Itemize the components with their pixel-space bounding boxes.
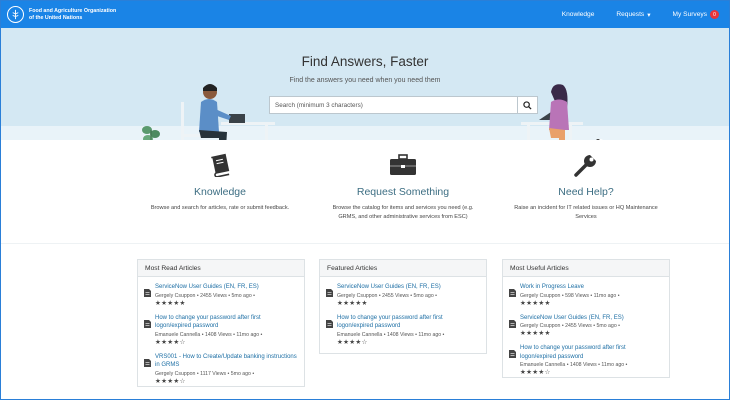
article-title[interactable]: ServiceNow User Guides (EN, FR, ES) (337, 283, 480, 292)
list-item[interactable]: How to change your password after first … (320, 308, 486, 353)
list-item[interactable]: VRS001 - How to Create/Update banking in… (138, 347, 304, 386)
surveys-count-badge: 0 (710, 10, 719, 19)
document-icon (144, 314, 155, 347)
list-item[interactable]: ServiceNow User Guides (EN, FR, ES) Gerg… (138, 277, 304, 308)
service-desc-knowledge: Browse and search for articles, rate or … (150, 205, 290, 211)
caret-down-icon: ▾ (647, 11, 651, 19)
service-desc-request: Browse the catalog for items and service… (332, 205, 474, 220)
panel-most-useful: Most Useful Articles Work in Progress Le… (502, 259, 670, 378)
list-item[interactable]: How to change your password after first … (503, 338, 669, 377)
section-divider (1, 243, 729, 244)
search-button[interactable] (517, 97, 537, 113)
article-title[interactable]: Work in Progress Leave (520, 283, 663, 292)
list-item[interactable]: ServiceNow User Guides (EN, FR, ES) Gerg… (320, 277, 486, 308)
service-title-request[interactable]: Request Something (318, 186, 488, 198)
service-need-help[interactable]: Need Help? Raise an incident for IT rela… (501, 152, 671, 222)
service-desc-help: Raise an incident for IT related issues … (514, 205, 658, 220)
hero-banner: Find Answers, Faster Find the answers yo… (1, 28, 729, 140)
hero-subtitle: Find the answers you need when you need … (289, 77, 441, 84)
article-title[interactable]: ServiceNow User Guides (EN, FR, ES) (155, 283, 298, 292)
star-rating: ★★★★☆ (337, 338, 368, 346)
star-rating: ★★★★★ (155, 299, 186, 307)
nav-knowledge[interactable]: Knowledge (562, 11, 595, 18)
panel-heading: Most Read Articles (138, 260, 304, 277)
nav-knowledge-label: Knowledge (561, 11, 595, 18)
plant-illustration (142, 126, 160, 140)
person-laptop-illustration (181, 84, 275, 140)
article-title[interactable]: How to change your password after first … (337, 314, 480, 331)
org-name: Food and Agriculture Organization of the… (29, 8, 117, 21)
panel-featured: Featured Articles ServiceNow User Guides… (319, 259, 487, 354)
service-title-knowledge[interactable]: Knowledge (135, 186, 305, 198)
star-rating: ★★★★★ (520, 330, 551, 337)
top-navbar: Food and Agriculture Organization of the… (1, 1, 729, 28)
fao-logo[interactable]: Food and Agriculture Organization of the… (7, 6, 119, 23)
service-title-help[interactable]: Need Help? (501, 186, 671, 198)
hero-title: Find Answers, Faster (301, 54, 429, 69)
article-title[interactable]: VRS001 - How to Create/Update banking in… (155, 353, 298, 370)
main-nav: Knowledge Requests ▾ My Surveys 0 (562, 10, 719, 19)
document-icon (144, 353, 155, 386)
search-bar (269, 96, 538, 114)
document-icon (509, 283, 520, 308)
star-rating: ★★★★☆ (155, 377, 186, 385)
briefcase-icon (390, 154, 416, 175)
document-icon (326, 283, 337, 308)
star-rating: ★★★★★ (520, 299, 551, 307)
panel-most-read: Most Read Articles ServiceNow User Guide… (137, 259, 305, 387)
article-title[interactable]: How to change your password after first … (155, 314, 298, 331)
nav-my-surveys[interactable]: My Surveys 0 (673, 10, 719, 19)
article-title[interactable]: How to change your password after first … (520, 344, 663, 361)
service-knowledge[interactable]: Knowledge Browse and search for articles… (135, 152, 305, 213)
document-icon (326, 314, 337, 347)
search-input[interactable] (270, 97, 517, 113)
star-rating: ★★★★☆ (520, 369, 551, 376)
nav-requests[interactable]: Requests ▾ (616, 11, 650, 19)
list-item[interactable]: Work in Progress Leave Gergely Csuppon •… (503, 277, 669, 308)
star-rating: ★★★★★ (337, 299, 368, 307)
star-rating: ★★★★☆ (155, 338, 186, 346)
list-item[interactable]: How to change your password after first … (138, 308, 304, 347)
panel-heading: Most Useful Articles (503, 260, 669, 277)
panel-heading: Featured Articles (320, 260, 486, 277)
service-request-something[interactable]: Request Something Browse the catalog for… (318, 152, 488, 222)
book-icon (211, 153, 230, 177)
fao-emblem-icon (7, 6, 24, 23)
search-icon (523, 100, 532, 110)
nav-requests-label: Requests (616, 11, 645, 18)
document-icon (144, 283, 155, 308)
nav-my-surveys-label: My Surveys (672, 11, 707, 18)
document-icon (509, 344, 520, 377)
article-title[interactable]: ServiceNow User Guides (EN, FR, ES) (520, 314, 663, 323)
document-icon (509, 314, 520, 339)
wrench-icon (574, 155, 596, 177)
list-item[interactable]: ServiceNow User Guides (EN, FR, ES) Gerg… (503, 308, 669, 339)
services-section: Knowledge Browse and search for articles… (1, 140, 729, 243)
